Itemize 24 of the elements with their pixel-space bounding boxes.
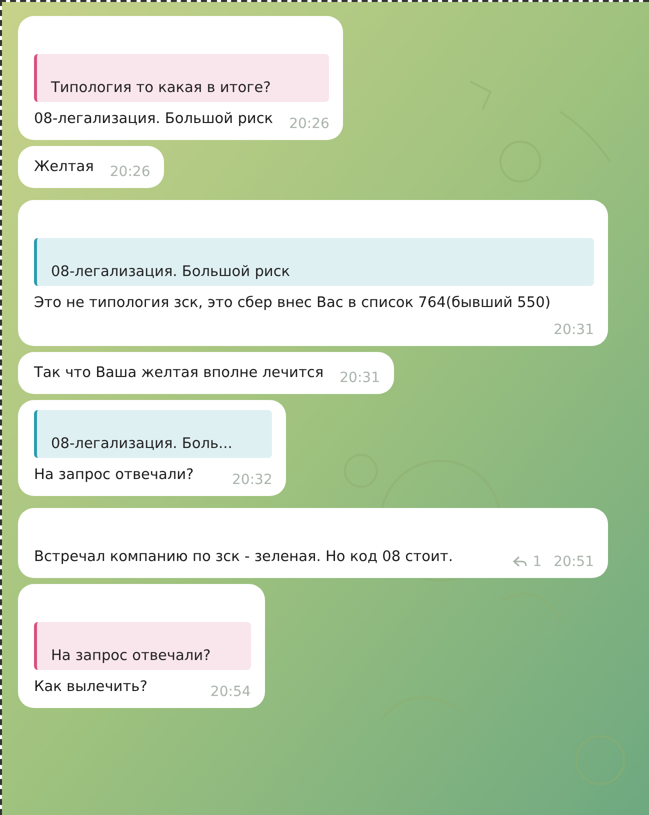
quoted-text: Типология то какая в итоге? — [51, 80, 271, 96]
message-text: 08-легализация. Большой риск — [34, 111, 274, 127]
quoted-text: 08-легализация. Боль... — [51, 436, 232, 452]
quoted-text: 08-легализация. Большой риск — [51, 264, 290, 280]
message-time: 20:32 — [232, 472, 272, 488]
message-text: Это не типология зск, это сбер внес Вас в список 764(бывший 550) — [34, 295, 550, 311]
reply-icon — [512, 556, 527, 568]
reply-quote[interactable]: 08-легализация. Боль... — [34, 410, 272, 458]
message-text: На запрос отвечали? — [34, 467, 194, 484]
message-time: 20:26 — [110, 164, 150, 180]
reply-quote[interactable]: Типология то какая в итоге? — [34, 54, 330, 102]
message-time: 20:51 — [554, 554, 594, 570]
message-text: Так что Ваша желтая вполне лечится — [34, 365, 324, 382]
message-text: Встречал компанию по зск - зеленая. Но код 08 стоит. — [34, 549, 453, 566]
quoted-text: На запрос отвечали? — [51, 648, 211, 664]
message-time: 20:26 — [289, 116, 330, 132]
reply-quote[interactable]: 08-легализация. Большой риск — [34, 238, 594, 286]
message-text: Желтая — [34, 159, 94, 175]
reply-quote[interactable]: На запрос отвечали? — [34, 622, 251, 670]
reply-count: 1 — [532, 554, 542, 570]
message-text: Как вылечить? — [34, 679, 148, 696]
message-time: 20:31 — [340, 370, 380, 386]
message-time: 20:31 — [554, 322, 594, 338]
message-time: 20:54 — [210, 684, 251, 700]
